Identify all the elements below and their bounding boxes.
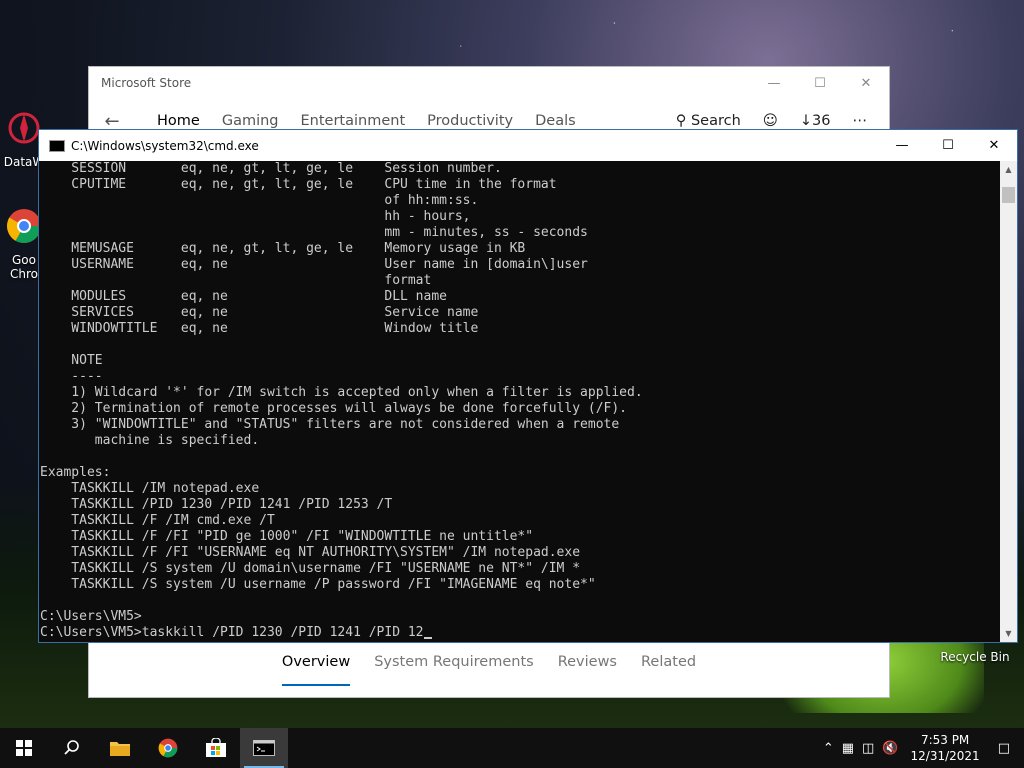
network-icon[interactable]: ◫ [862, 741, 874, 756]
file-explorer-icon [110, 742, 130, 756]
more-options-icon[interactable]: ⋯ [853, 113, 868, 129]
cmd-output-line: TASKKILL /IM notepad.exe [71, 481, 260, 496]
tab-home[interactable]: Home [157, 113, 200, 129]
search-label: Search [690, 113, 741, 129]
taskbar-chrome[interactable] [144, 728, 192, 768]
taskbar-store[interactable] [192, 728, 240, 768]
taskbar-cmd[interactable] [240, 728, 288, 768]
cmd-output-line: hh - hours, [384, 209, 471, 224]
taskbar-search-button[interactable] [48, 728, 96, 768]
cmd-output-line: SERVICES eq, ne Service name [71, 305, 479, 320]
search-icon [64, 740, 79, 755]
cmd-output-line: TASKKILL /F /FI "PID ge 1000" /FI "WINDO… [71, 529, 534, 544]
cmd-output-line: TASKKILL /S system /U domain\username /F… [71, 561, 581, 576]
cmd-output-line: WINDOWTITLE eq, ne Window title [71, 321, 479, 336]
cmd-output-line: TASKKILL /F /IM cmd.exe /T [71, 513, 275, 528]
downloads-count: 36 [812, 113, 831, 129]
system-tray: ⌃ ▦ ◫ 🔇 7:53 PM 12/31/2021 □ [819, 728, 1024, 768]
cmd-output-line: MEMUSAGE eq, ne, gt, lt, ge, le Memory u… [71, 241, 526, 256]
cmd-output-line: of hh:mm:ss. [384, 193, 479, 208]
cmd-output-line: NOTE [71, 353, 103, 368]
cmd-minimize-button[interactable]: — [879, 130, 925, 162]
clock-time: 7:53 PM [920, 733, 970, 747]
cmd-output-line: MODULES eq, ne DLL name [71, 289, 447, 304]
tab-gaming[interactable]: Gaming [222, 113, 279, 129]
cmd-icon [253, 740, 275, 756]
start-button[interactable] [0, 728, 48, 768]
clock-date: 12/31/2021 [910, 749, 980, 763]
cmd-close-button[interactable]: ✕ [971, 130, 1017, 162]
tab-deals[interactable]: Deals [535, 113, 576, 129]
cmd-output-text: SESSION eq, ne, gt, lt, ge, le Session n… [39, 161, 1000, 625]
tab-system-requirements[interactable]: System Requirements [374, 644, 534, 684]
taskbar-file-explorer[interactable] [96, 728, 144, 768]
store-detail-tabs: Overview System Requirements Reviews Rel… [89, 644, 889, 686]
scroll-thumb[interactable] [1002, 187, 1015, 203]
taskbar: ⌃ ▦ ◫ 🔇 7:53 PM 12/31/2021 □ [0, 728, 1024, 768]
tab-related[interactable]: Related [641, 644, 696, 684]
cmd-output-line: C:\Users\VM5> [40, 609, 142, 624]
cmd-prompt: C:\Users\VM5> [40, 625, 142, 640]
cmd-output-line: machine is specified. [94, 433, 260, 448]
cmd-output-line: TASKKILL /S system /U username /P passwo… [71, 577, 596, 592]
cmd-maximize-button[interactable]: ☐ [925, 130, 971, 162]
cmd-input-line[interactable]: C:\Users\VM5>taskkill /PID 1230 /PID 124… [39, 625, 1000, 641]
cmd-output-line: SESSION eq, ne, gt, lt, ge, le Session n… [71, 161, 502, 176]
cmd-output-line: mm - minutes, ss - seconds [384, 225, 588, 240]
notifications-icon[interactable]: □ [998, 741, 1010, 756]
tab-reviews[interactable]: Reviews [558, 644, 617, 684]
tab-entertainment[interactable]: Entertainment [301, 113, 406, 129]
desktop-icon-label: Recycle Bin [940, 650, 1010, 664]
cmd-output-line: 1) Wildcard '*' for /IM switch is accept… [71, 385, 643, 400]
cmd-title: C:\Windows\system32\cmd.exe [71, 138, 259, 153]
close-button[interactable]: ✕ [843, 67, 889, 99]
cmd-output-line: format [384, 273, 432, 288]
cmd-output-line: CPUTIME eq, ne, gt, lt, ge, le CPU time … [71, 177, 557, 192]
scroll-down-icon[interactable]: ▼ [1000, 625, 1017, 642]
cmd-output-line: TASKKILL /F /FI "USERNAME eq NT AUTHORIT… [71, 545, 581, 560]
cmd-output-line: ---- [71, 369, 103, 384]
search-button[interactable]: ⚲ Search [676, 113, 741, 129]
downloads-button[interactable]: ↓36 [800, 113, 831, 129]
tab-productivity[interactable]: Productivity [427, 113, 513, 129]
cmd-output-line: 3) "WINDOWTITLE" and "STATUS" filters ar… [71, 417, 620, 432]
windows-logo-icon [16, 740, 32, 756]
cmd-output-line: USERNAME eq, ne User name in [domain\]us… [71, 257, 588, 272]
cmd-scrollbar[interactable]: ▲ ▼ [1000, 161, 1017, 642]
desktop-icon-recycle-bin[interactable]: Recycle Bin [940, 650, 1010, 664]
maximize-button[interactable]: ☐ [797, 67, 843, 99]
search-icon: ⚲ [675, 113, 687, 129]
cmd-output[interactable]: SESSION eq, ne, gt, lt, ge, le Session n… [39, 161, 1000, 642]
cmd-current-input: taskkill /PID 1230 /PID 1241 /PID 12 [141, 625, 424, 640]
minimize-button[interactable]: — [751, 67, 797, 99]
action-center-notification-icon[interactable]: ▦ [842, 741, 854, 756]
store-titlebar: Microsoft Store — ☐ ✕ [89, 67, 889, 99]
cmd-window: C:\Windows\system32\cmd.exe — ☐ ✕ SESSIO… [38, 129, 1018, 643]
cmd-output-line: 2) Termination of remote processes will … [71, 401, 627, 416]
cmd-output-line: TASKKILL /PID 1230 /PID 1241 /PID 1253 /… [71, 497, 393, 512]
account-icon[interactable]: ☺ [763, 113, 778, 129]
download-icon: ↓ [799, 113, 813, 129]
volume-muted-icon[interactable]: 🔇 [882, 741, 898, 756]
chrome-icon [158, 738, 178, 758]
cmd-output-line: Examples: [40, 465, 111, 480]
chevron-up-icon[interactable]: ⌃ [823, 741, 834, 756]
cmd-titlebar: C:\Windows\system32\cmd.exe — ☐ ✕ [39, 130, 1017, 161]
clock[interactable]: 7:53 PM 12/31/2021 [911, 732, 980, 764]
store-title: Microsoft Store [101, 76, 192, 90]
text-cursor [423, 637, 432, 639]
cmd-icon [49, 139, 65, 152]
tab-overview[interactable]: Overview [281, 644, 351, 686]
scroll-up-icon[interactable]: ▲ [1000, 161, 1017, 178]
store-icon [206, 738, 226, 757]
